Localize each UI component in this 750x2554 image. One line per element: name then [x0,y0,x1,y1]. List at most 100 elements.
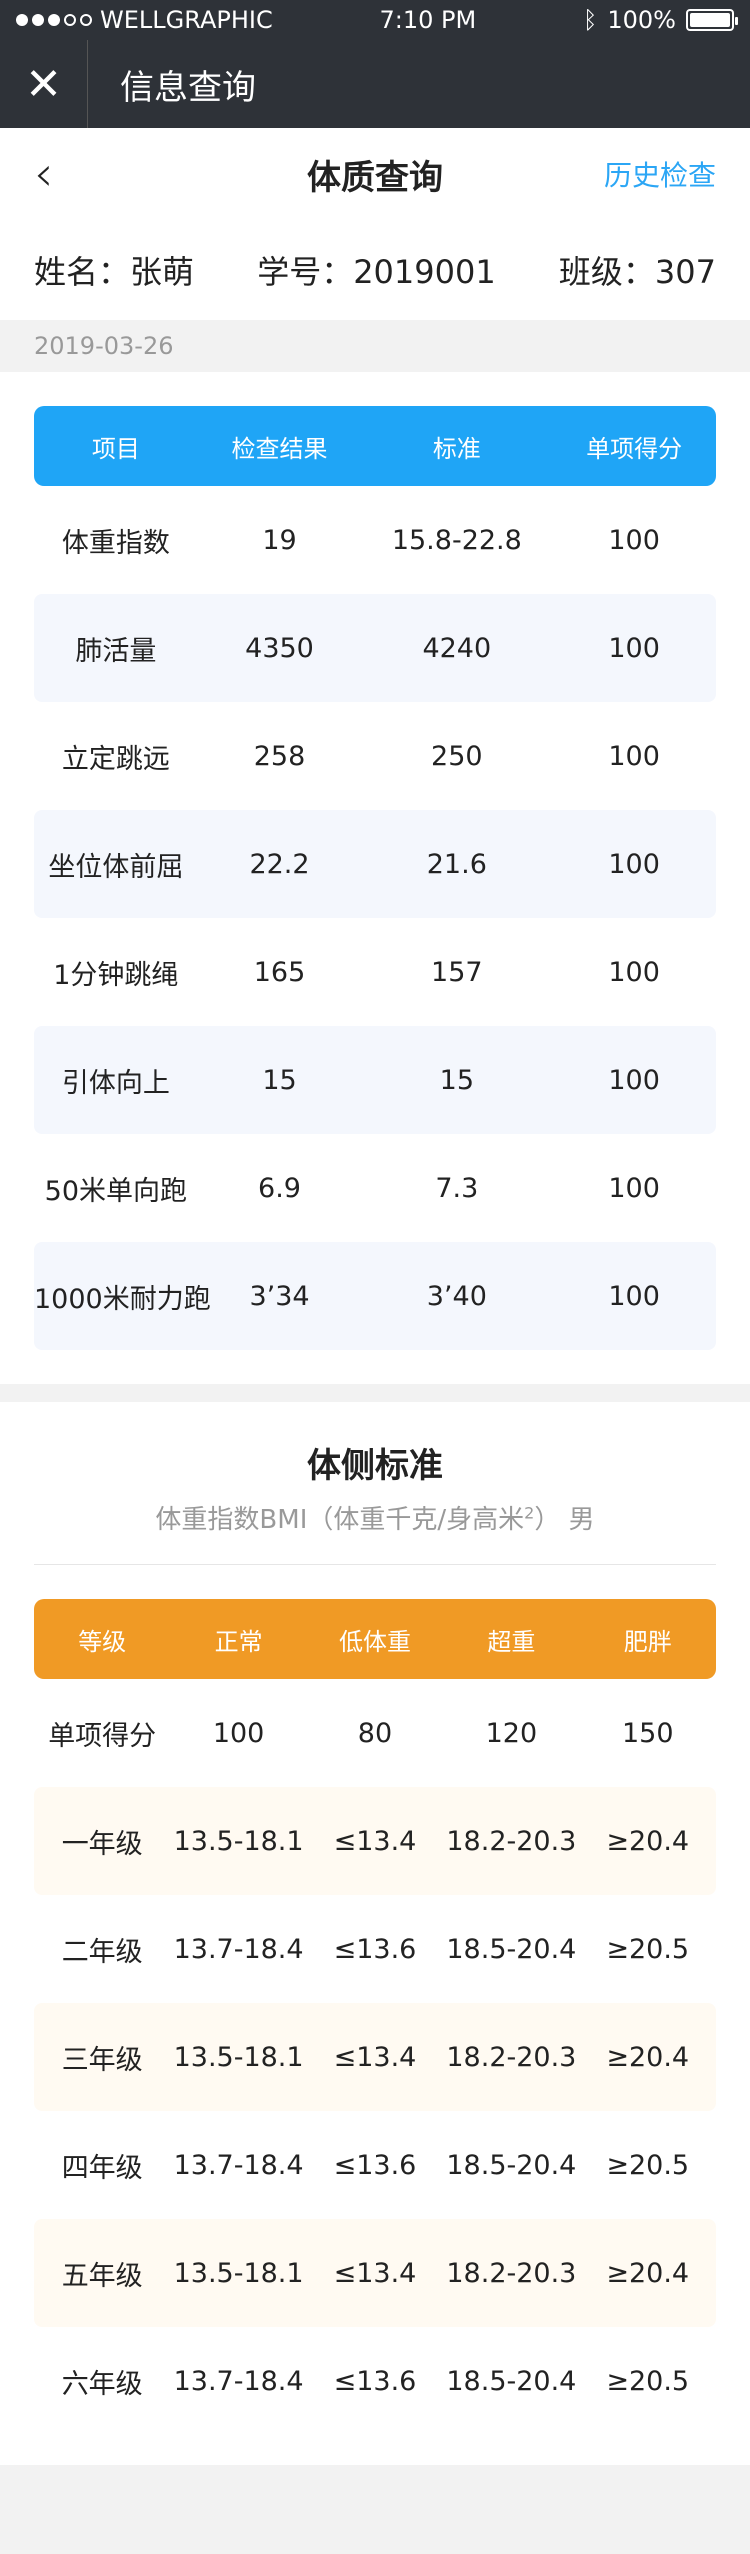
battery-icon [685,9,738,31]
table-cell: 150 [621,1717,674,1749]
table-row: 1000米耐力跑 3’34 3’40 100 [34,1242,716,1350]
table-cell: ≤13.4 [333,2257,417,2289]
table-cell: 100 [608,740,660,772]
header-cell: 肥胖 [623,1627,672,1656]
status-time: 7:10 PM [379,6,477,34]
table-cell: ≤13.6 [333,2149,417,2181]
table-cell: 22.2 [249,848,310,880]
table-cell: 258 [253,740,306,772]
results-body: 体重指数 19 15.8-22.8 100 肺活量 4350 4240 100 立定跳远 258 2… [34,486,716,1350]
table-cell: 100 [608,1172,660,1204]
student-id: 学号：2019001 [257,253,496,291]
table-row: 三年级 13.5-18.1 ≤13.4 18.2-20.3 ≥20.4 [34,2003,716,2111]
status-bar: WELLGRAPHIC 7:10 PM ᛒ 100% [0,0,750,40]
header-cell: 正常 [214,1627,263,1656]
table-cell: 6.9 [258,1172,301,1204]
section-gap [0,1384,750,1402]
table-cell: ≥20.5 [606,1933,690,1965]
standard-body: 单项得分 100 80 120 150 一年级 13.5-18.1 ≤13.4 18.2-20.… [34,1679,716,2435]
student-class: 班级：307 [558,253,716,291]
student-info: 姓名：张萌 学号：2019001 班级：307 [0,220,750,320]
table-cell: 15 [439,1064,474,1096]
table-row: 坐位体前屈 22.2 21.6 100 [34,810,716,918]
table-cell: ≤13.6 [333,2365,417,2397]
query-section: ‹ 体质查询 历史检查 姓名：张萌 学号：2019001 班级：307 2019… [0,128,750,1384]
table-cell: 18.2-20.3 [446,2257,577,2289]
table-cell: 体重指数 [61,527,170,559]
table-cell: 13.7-18.4 [173,2149,304,2181]
header-cell: 低体重 [338,1627,411,1656]
table-cell: ≥20.4 [606,2041,690,2073]
table-cell: 18.5-20.4 [446,1933,577,1965]
table-cell: 坐位体前屈 [48,851,184,883]
table-cell: 250 [431,740,483,772]
table-cell: 18.5-20.4 [446,2149,577,2181]
header-cell: 标准 [432,434,481,463]
table-cell: 15 [262,1064,297,1096]
table-cell: 100 [608,524,660,556]
table-cell: 1分钟跳绳 [53,959,179,991]
standard-subtitle: 体重指数BMI（体重千克/身高米2） 男 [155,1503,595,1535]
table-cell: 18.2-20.3 [446,1825,577,1857]
table-cell: 引体向上 [61,1067,170,1099]
table-cell: 4240 [422,632,492,664]
table-cell: 100 [608,632,660,664]
table-row: 一年级 13.5-18.1 ≤13.4 18.2-20.3 ≥20.4 [34,1787,716,1895]
battery-percent: 100% [607,6,676,34]
carrier: WELLGRAPHIC [100,6,273,34]
table-row: 体重指数 19 15.8-22.8 100 [34,486,716,594]
table-cell: 100 [608,1280,660,1312]
table-cell: 三年级 [61,2044,143,2076]
close-icon[interactable]: ✕ [0,40,88,128]
table-cell: 80 [357,1717,393,1749]
header-cell: 等级 [78,1627,127,1656]
table-cell: 一年级 [61,1828,143,1860]
table-cell: 18.5-20.4 [446,2365,577,2397]
history-link[interactable]: 历史检查 [604,154,716,194]
table-cell: 二年级 [61,1936,143,1968]
status-left: WELLGRAPHIC [16,6,273,34]
table-row: 1分钟跳绳 165 157 100 [34,918,716,1026]
table-cell: 18.2-20.3 [446,2041,577,2073]
table-cell: 157 [431,956,483,988]
table-row: 引体向上 15 15 100 [34,1026,716,1134]
table-cell: 100 [608,956,660,988]
bluetooth-icon: ᛒ [582,6,598,34]
table-row: 五年级 13.5-18.1 ≤13.4 18.2-20.3 ≥20.4 [34,2219,716,2327]
standard-header-row: 等级 正常 低体重 超重 肥胖 [34,1599,716,1679]
standard-title: 体侧标准 [307,1446,443,1486]
header-cell: 单项得分 [586,434,683,463]
wechat-title: 信息查询 [120,67,256,108]
table-cell: 165 [253,956,306,988]
results-header: 项目 检查结果 标准 单项得分 [34,406,716,486]
table-cell: 1000米耐力跑 [34,1283,211,1315]
table-cell: 六年级 [61,2368,143,2400]
table-cell: 21.6 [426,848,487,880]
standard-table: 等级 正常 低体重 超重 肥胖 单项得分 100 80 120 150 一年级 13.5-1… [0,1565,750,2465]
table-row: 二年级 13.7-18.4 ≤13.6 18.5-20.4 ≥20.5 [34,1895,716,2003]
table-cell: 15.8-22.8 [391,524,522,556]
signal-icon [16,14,92,26]
table-cell: 19 [262,524,297,556]
check-date: 2019-03-26 [0,320,750,372]
table-cell: 13.5-18.1 [173,1825,304,1857]
table-cell: 100 [212,1717,265,1749]
table-cell: 四年级 [61,2152,143,2184]
table-cell: 肺活量 [75,635,157,667]
table-cell: 100 [608,1064,660,1096]
header-cell: 超重 [487,1627,536,1656]
table-cell: 立定跳远 [61,743,170,775]
status-right: ᛒ 100% [582,6,738,34]
table-cell: 7.3 [435,1172,479,1204]
table-cell: 100 [608,848,660,880]
back-icon[interactable]: ‹ [34,146,53,202]
table-cell: 4350 [245,632,314,664]
table-cell: ≤13.6 [333,1933,417,1965]
wechat-title-bar: ✕ 信息查询 [0,40,750,128]
table-cell: ≥20.4 [606,2257,690,2289]
standard-section: 体侧标准 体重指数BMI（体重千克/身高米2） 男 等级 正常 低体重 超重 肥… [0,1402,750,2465]
table-cell: 50米单向跑 [44,1175,188,1207]
table-cell: 13.5-18.1 [173,2041,304,2073]
header-cell: 项目 [91,434,140,463]
table-row: 六年级 13.7-18.4 ≤13.6 18.5-20.4 ≥20.5 [34,2327,716,2435]
